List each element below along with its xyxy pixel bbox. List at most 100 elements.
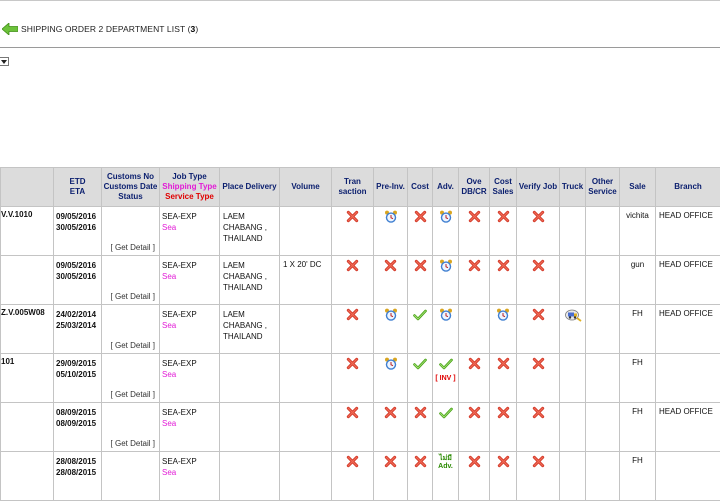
x-icon bbox=[532, 455, 545, 468]
col-customs[interactable]: Customs NoCustoms DateStatus bbox=[102, 168, 160, 207]
dates-cell: 28/08/201528/08/2015 bbox=[54, 452, 102, 501]
cost-cell[interactable] bbox=[408, 207, 433, 256]
col-sale[interactable]: Sale bbox=[620, 168, 656, 207]
back-arrow-icon[interactable] bbox=[2, 23, 18, 35]
x-icon bbox=[532, 210, 545, 223]
place-cell: LAEMCHABANG ,THAILAND bbox=[220, 305, 280, 354]
col-cost[interactable]: Cost bbox=[408, 168, 433, 207]
cost-sales-cell[interactable] bbox=[490, 207, 517, 256]
get-detail-link[interactable]: [ Get Detail ] bbox=[111, 243, 155, 252]
col-job-type[interactable]: Job TypeShipping TypeService Type bbox=[160, 168, 220, 207]
truck-cell[interactable] bbox=[560, 305, 586, 354]
x-icon bbox=[468, 455, 481, 468]
verify-job-cell[interactable] bbox=[517, 403, 560, 452]
adv-cell[interactable]: [ INV ] bbox=[433, 354, 459, 403]
dates-cell: 08/09/201508/09/2015 bbox=[54, 403, 102, 452]
transaction-cell[interactable] bbox=[332, 403, 374, 452]
ove-cell[interactable] bbox=[459, 256, 490, 305]
alarm-clock-icon bbox=[439, 210, 453, 224]
ove-cell[interactable] bbox=[459, 354, 490, 403]
cost-sales-cell[interactable] bbox=[490, 256, 517, 305]
sale-cell: FH bbox=[620, 452, 656, 501]
adv-cell[interactable] bbox=[433, 305, 459, 354]
col-pre-inv[interactable]: Pre-Inv. bbox=[374, 168, 408, 207]
table-row[interactable]: 08/09/201508/09/2015 [ Get Detail ] SEA-… bbox=[1, 403, 720, 452]
get-detail-link[interactable]: [ Get Detail ] bbox=[111, 341, 155, 350]
adv-cell[interactable] bbox=[433, 207, 459, 256]
col-truck[interactable]: Truck bbox=[560, 168, 586, 207]
col-ove-dbcr[interactable]: OveDB/CR bbox=[459, 168, 490, 207]
cost-sales-cell[interactable] bbox=[490, 354, 517, 403]
ove-cell[interactable] bbox=[459, 403, 490, 452]
alarm-clock-icon bbox=[439, 259, 453, 273]
transaction-cell[interactable] bbox=[332, 256, 374, 305]
verify-job-cell[interactable] bbox=[517, 207, 560, 256]
get-detail-link[interactable]: [ Get Detail ] bbox=[111, 439, 155, 448]
cost-cell[interactable] bbox=[408, 452, 433, 501]
verify-job-cell[interactable] bbox=[517, 452, 560, 501]
filter-select[interactable] bbox=[0, 57, 9, 66]
col-other-service[interactable]: OtherService bbox=[586, 168, 620, 207]
job-cell: SEA-EXPSea bbox=[160, 403, 220, 452]
x-icon bbox=[384, 455, 397, 468]
vessel-code-cell bbox=[1, 256, 54, 305]
adv-cell[interactable]: ไม่มีAdv. bbox=[433, 452, 459, 501]
adv-cell[interactable] bbox=[433, 256, 459, 305]
get-detail-link[interactable]: [ Get Detail ] bbox=[111, 390, 155, 399]
cost-cell[interactable] bbox=[408, 305, 433, 354]
col-volume[interactable]: Volume bbox=[280, 168, 332, 207]
pre-inv-cell[interactable] bbox=[374, 305, 408, 354]
col-place-delivery[interactable]: Place Delivery bbox=[220, 168, 280, 207]
verify-job-cell[interactable] bbox=[517, 305, 560, 354]
table-row[interactable]: 09/05/201630/05/2016 [ Get Detail ] SEA-… bbox=[1, 256, 720, 305]
verify-job-cell[interactable] bbox=[517, 256, 560, 305]
col-cost-sales[interactable]: CostSales bbox=[490, 168, 517, 207]
branch-cell: HEAD OFFICE bbox=[656, 403, 720, 452]
table-row[interactable]: 28/08/201528/08/2015 SEA-EXPSea ไม่มีAdv… bbox=[1, 452, 720, 501]
col-branch[interactable]: Branch bbox=[656, 168, 720, 207]
cost-cell[interactable] bbox=[408, 256, 433, 305]
pre-inv-cell[interactable] bbox=[374, 207, 408, 256]
verify-job-cell[interactable] bbox=[517, 354, 560, 403]
table-row[interactable]: Z.V.005W08 24/02/201425/03/2014 [ Get De… bbox=[1, 305, 720, 354]
sale-cell: FH bbox=[620, 354, 656, 403]
cost-sales-cell[interactable] bbox=[490, 403, 517, 452]
get-detail-link[interactable]: [ Get Detail ] bbox=[111, 292, 155, 301]
transaction-cell[interactable] bbox=[332, 305, 374, 354]
x-icon bbox=[497, 210, 510, 223]
ove-cell[interactable] bbox=[459, 207, 490, 256]
pre-inv-cell[interactable] bbox=[374, 403, 408, 452]
col-etd-eta[interactable]: ETDETA bbox=[54, 168, 102, 207]
x-icon bbox=[346, 210, 359, 223]
customs-cell: [ Get Detail ] bbox=[102, 305, 160, 354]
other-service-cell bbox=[586, 207, 620, 256]
table-row[interactable]: 101 29/09/201505/10/2015 [ Get Detail ] … bbox=[1, 354, 720, 403]
col-verify-job[interactable]: Verify Job bbox=[517, 168, 560, 207]
transaction-cell[interactable] bbox=[332, 207, 374, 256]
job-cell: SEA-EXPSea bbox=[160, 354, 220, 403]
ove-cell[interactable] bbox=[459, 452, 490, 501]
vessel-code-cell bbox=[1, 452, 54, 501]
top-divider bbox=[0, 0, 720, 1]
cost-cell[interactable] bbox=[408, 354, 433, 403]
col-transaction[interactable]: Transaction bbox=[332, 168, 374, 207]
customs-cell bbox=[102, 452, 160, 501]
transaction-cell[interactable] bbox=[332, 452, 374, 501]
x-icon bbox=[532, 308, 545, 321]
cost-sales-cell[interactable] bbox=[490, 452, 517, 501]
inv-link[interactable]: [ INV ] bbox=[435, 375, 455, 382]
other-service-cell bbox=[586, 403, 620, 452]
transaction-cell[interactable] bbox=[332, 354, 374, 403]
table-row[interactable]: V.V.1010 09/05/201630/05/2016 [ Get Deta… bbox=[1, 207, 720, 256]
pre-inv-cell[interactable] bbox=[374, 452, 408, 501]
cost-cell[interactable] bbox=[408, 403, 433, 452]
vessel-code-cell: V.V.1010 bbox=[1, 207, 54, 256]
shipping-order-table: ETDETA Customs NoCustoms DateStatus Job … bbox=[0, 167, 720, 501]
job-cell: SEA-EXPSea bbox=[160, 452, 220, 501]
adv-cell[interactable] bbox=[433, 403, 459, 452]
pre-inv-cell[interactable] bbox=[374, 256, 408, 305]
cost-sales-cell[interactable] bbox=[490, 305, 517, 354]
customs-cell: [ Get Detail ] bbox=[102, 354, 160, 403]
col-adv[interactable]: Adv. bbox=[433, 168, 459, 207]
pre-inv-cell[interactable] bbox=[374, 354, 408, 403]
